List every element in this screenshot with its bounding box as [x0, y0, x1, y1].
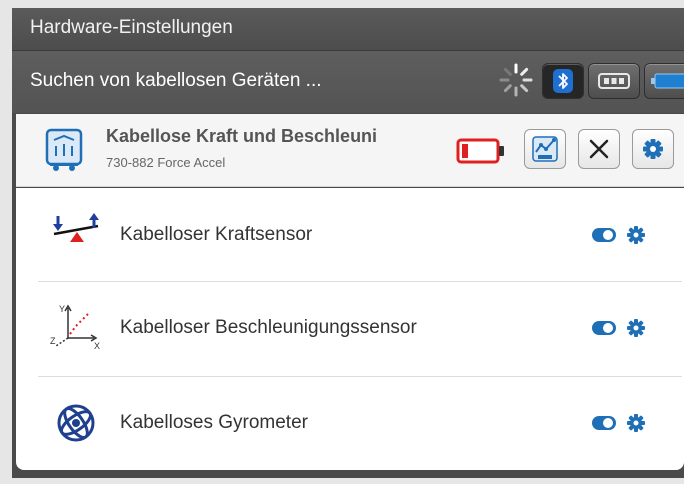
- battery-icon: [651, 73, 684, 89]
- analyze-icon: [532, 136, 558, 162]
- close-icon: [589, 139, 609, 159]
- sensor-list: Kabelloser Kraftsensor Y X Z Kabelloser …: [16, 188, 684, 470]
- sensor-label: Kabelloser Beschleunigungssensor: [120, 317, 417, 338]
- bluetooth-button[interactable]: [542, 63, 584, 99]
- gyroscope-icon: [57, 404, 95, 442]
- scan-bar: Suchen von kabellosen Geräten ...: [12, 51, 684, 113]
- wireless-sensor-icon: [45, 128, 83, 171]
- toggle-switch-icon[interactable]: [592, 227, 616, 243]
- gear-icon[interactable]: [625, 412, 647, 434]
- toggle-switch-icon[interactable]: [592, 415, 616, 431]
- gear-icon[interactable]: [625, 317, 647, 339]
- device-settings-button[interactable]: [632, 129, 674, 169]
- device-name: Kabellose Kraft und Beschleuni: [106, 126, 378, 146]
- wired-connection-button[interactable]: [588, 63, 640, 99]
- force-sensor-icon: [53, 213, 99, 242]
- title-bar: Hardware-Einstellungen: [12, 8, 684, 51]
- svg-text:Y: Y: [59, 304, 65, 314]
- svg-text:Z: Z: [50, 336, 56, 346]
- sensor-row-force[interactable]: Kabelloser Kraftsensor: [16, 188, 684, 281]
- close-button[interactable]: [578, 129, 620, 169]
- usb-connector-icon: [598, 73, 630, 89]
- loading-spinner-icon: [499, 63, 533, 97]
- sensor-label: Kabelloser Kraftsensor: [120, 224, 313, 245]
- scan-status-text: Suchen von kabellosen Geräten ...: [30, 70, 322, 91]
- toggle-switch-icon[interactable]: [592, 320, 616, 336]
- device-model: 730-882 Force Accel: [106, 155, 226, 170]
- gear-icon: [643, 139, 663, 159]
- hardware-settings-panel: Hardware-Einstellungen Suchen von kabell…: [12, 8, 684, 478]
- battery-low-icon: [456, 138, 504, 164]
- battery-connection-button[interactable]: [644, 63, 684, 99]
- analyze-button[interactable]: [524, 129, 566, 169]
- bluetooth-icon: [553, 69, 573, 93]
- accelerometer-axes-icon: Y X Z: [50, 304, 100, 350]
- gear-icon[interactable]: [625, 224, 647, 246]
- sensor-row-gyrometer[interactable]: Kabelloses Gyrometer: [16, 377, 684, 470]
- sensor-label: Kabelloses Gyrometer: [120, 412, 308, 433]
- device-header[interactable]: Kabellose Kraft und Beschleuni 730-882 F…: [16, 114, 684, 187]
- window-title: Hardware-Einstellungen: [30, 17, 233, 38]
- svg-text:X: X: [94, 341, 100, 350]
- sensor-row-accelerometer[interactable]: Y X Z Kabelloser Beschleunigungssensor: [16, 282, 684, 375]
